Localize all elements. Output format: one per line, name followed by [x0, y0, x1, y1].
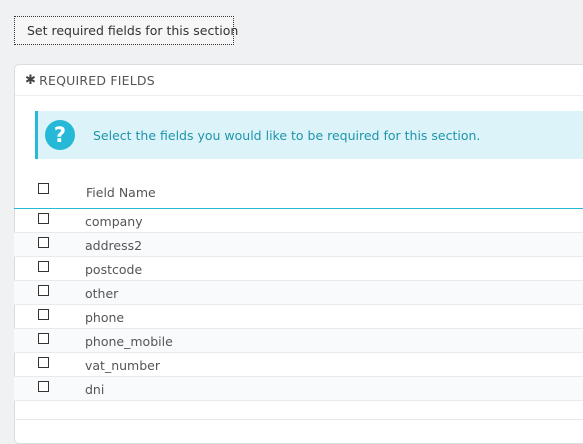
set-required-fields-button[interactable]: Set required fields for this section [14, 16, 238, 45]
table-header: Field Name [14, 175, 583, 209]
info-alert: ? Select the fields you would like to be… [35, 111, 583, 159]
row-checkbox-phone-mobile[interactable] [38, 333, 49, 344]
set-required-fields-label: Set required fields for this section [27, 23, 239, 38]
table-row: address2 [14, 233, 583, 257]
field-name: address2 [85, 238, 143, 253]
row-checkbox-other[interactable] [38, 285, 49, 296]
row-checkbox-company[interactable] [38, 213, 49, 224]
panel-title: REQUIRED FIELDS [39, 72, 155, 88]
table-row: dni [14, 377, 583, 401]
table-row: company [14, 209, 583, 233]
panel-footer-divider [14, 419, 583, 420]
question-icon: ? [45, 120, 75, 150]
field-name: other [85, 286, 119, 301]
table-row: vat_number [14, 353, 583, 377]
alert-text: Select the fields you would like to be r… [93, 127, 481, 143]
field-name: company [85, 214, 143, 229]
panel-header: ✱ REQUIRED FIELDS [15, 65, 583, 96]
table-row: other [14, 281, 583, 305]
table-row: postcode [14, 257, 583, 281]
field-name: vat_number [85, 358, 160, 373]
field-name: phone [85, 310, 125, 325]
select-all-checkbox[interactable] [38, 183, 49, 194]
field-name: phone_mobile [85, 334, 173, 349]
row-checkbox-phone[interactable] [38, 309, 49, 320]
row-checkbox-dni[interactable] [38, 381, 49, 392]
table-row: phone_mobile [14, 329, 583, 353]
table-row: phone [14, 305, 583, 329]
row-checkbox-postcode[interactable] [38, 261, 49, 272]
asterisk-icon: ✱ [25, 72, 37, 88]
row-checkbox-address2[interactable] [38, 237, 49, 248]
required-fields-table: Field Name company address2 postcode oth… [14, 175, 583, 401]
field-name: dni [85, 382, 105, 397]
field-name: postcode [85, 262, 143, 277]
field-name-header: Field Name [86, 185, 156, 200]
row-checkbox-vat-number[interactable] [38, 357, 49, 368]
